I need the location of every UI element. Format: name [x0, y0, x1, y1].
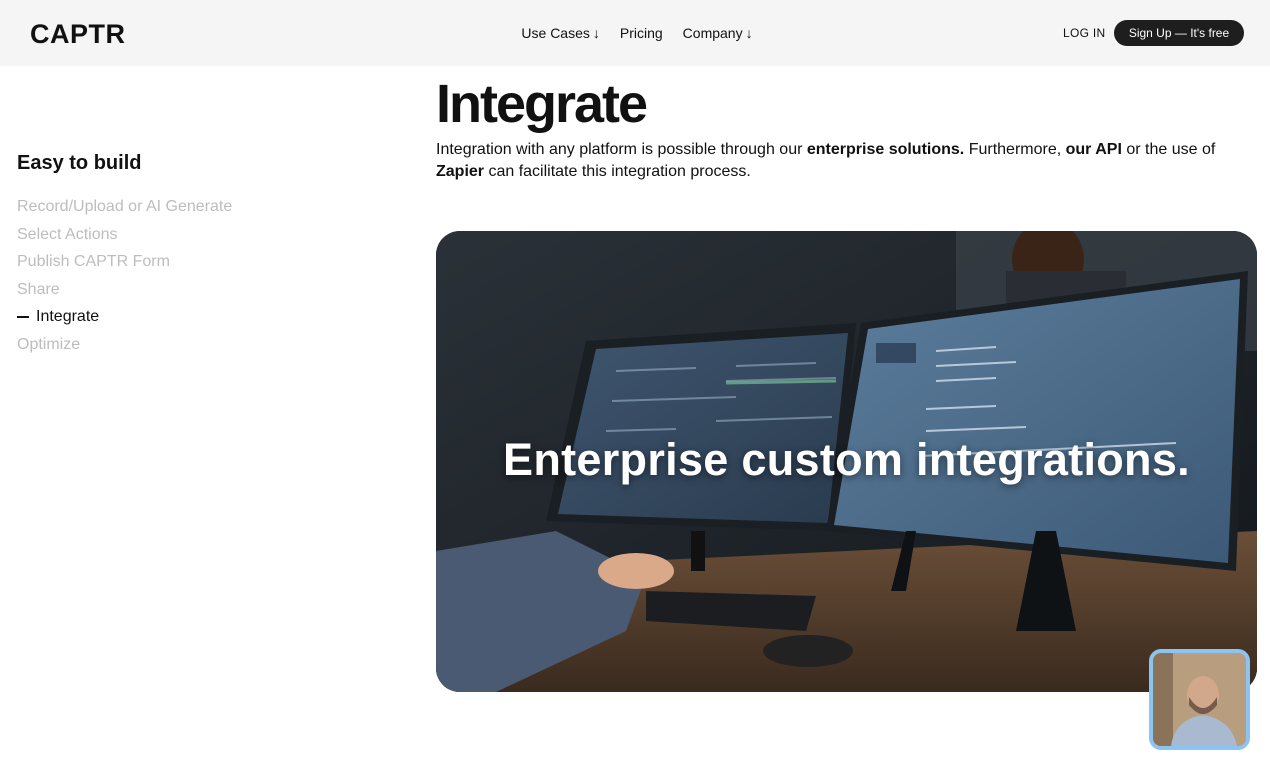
sidebar-item-label: Optimize: [17, 335, 81, 353]
arrow-down-icon: ↓: [592, 25, 600, 41]
desc-bold-enterprise: enterprise solutions.: [806, 141, 965, 158]
sidebar-item-share[interactable]: Share: [17, 276, 232, 304]
hero-video[interactable]: Enterprise custom integrations.: [436, 231, 1257, 692]
desc-bold-api: our API: [1065, 141, 1122, 158]
sidebar-item-label: Record/Upload or AI Generate: [17, 198, 233, 215]
arrow-down-icon: ↓: [745, 25, 753, 41]
sidebar-item-record-upload[interactable]: Record/Upload or AI Generate: [17, 193, 232, 221]
desc-text: Furthermore,: [964, 141, 1066, 158]
nav-use-cases-label: Use Cases: [521, 25, 590, 41]
sidebar-item-label: Share: [17, 280, 60, 298]
sidebar-item-optimize[interactable]: Optimize: [17, 331, 232, 359]
section-title: Integrate: [436, 74, 648, 134]
signup-button[interactable]: Sign Up — It's free: [1114, 20, 1244, 46]
nav-use-cases[interactable]: Use Cases ↓: [521, 24, 599, 42]
desc-bold-zapier: Zapier: [436, 163, 485, 180]
sidebar-steps: Record/Upload or AI Generate Select Acti…: [17, 193, 232, 358]
desc-text: Integration with any platform is possibl…: [436, 141, 807, 158]
desc-text: or the use of: [1121, 141, 1216, 158]
sidebar-item-integrate[interactable]: Integrate: [17, 303, 232, 331]
nav-company[interactable]: Company ↓: [683, 24, 753, 42]
presenter-avatar: [1153, 653, 1246, 746]
login-link[interactable]: LOG IN: [1063, 26, 1105, 40]
section-description: Integration with any platform is possibl…: [436, 139, 1236, 183]
sidebar-title: Easy to build: [17, 152, 142, 174]
nav-pricing-label: Pricing: [619, 25, 663, 41]
nav-company-label: Company: [682, 25, 743, 41]
sidebar-item-select-actions[interactable]: Select Actions: [17, 221, 232, 249]
nav-pricing[interactable]: Pricing: [620, 24, 663, 42]
sidebar-item-publish[interactable]: Publish CAPTR Form: [17, 248, 232, 276]
hero-caption: Enterprise custom integrations.: [503, 434, 1190, 485]
presenter-video-bubble[interactable]: [1149, 649, 1250, 750]
sidebar-item-label: Publish CAPTR Form: [17, 253, 170, 270]
desc-text: can facilitate this integration process.: [484, 163, 751, 180]
site-header: CAPTR Use Cases ↓ Pricing Company ↓ LOG …: [0, 0, 1270, 66]
sidebar-item-label: Integrate: [36, 308, 100, 325]
active-indicator-dash: [17, 315, 29, 318]
sidebar-item-label: Select Actions: [17, 225, 118, 243]
